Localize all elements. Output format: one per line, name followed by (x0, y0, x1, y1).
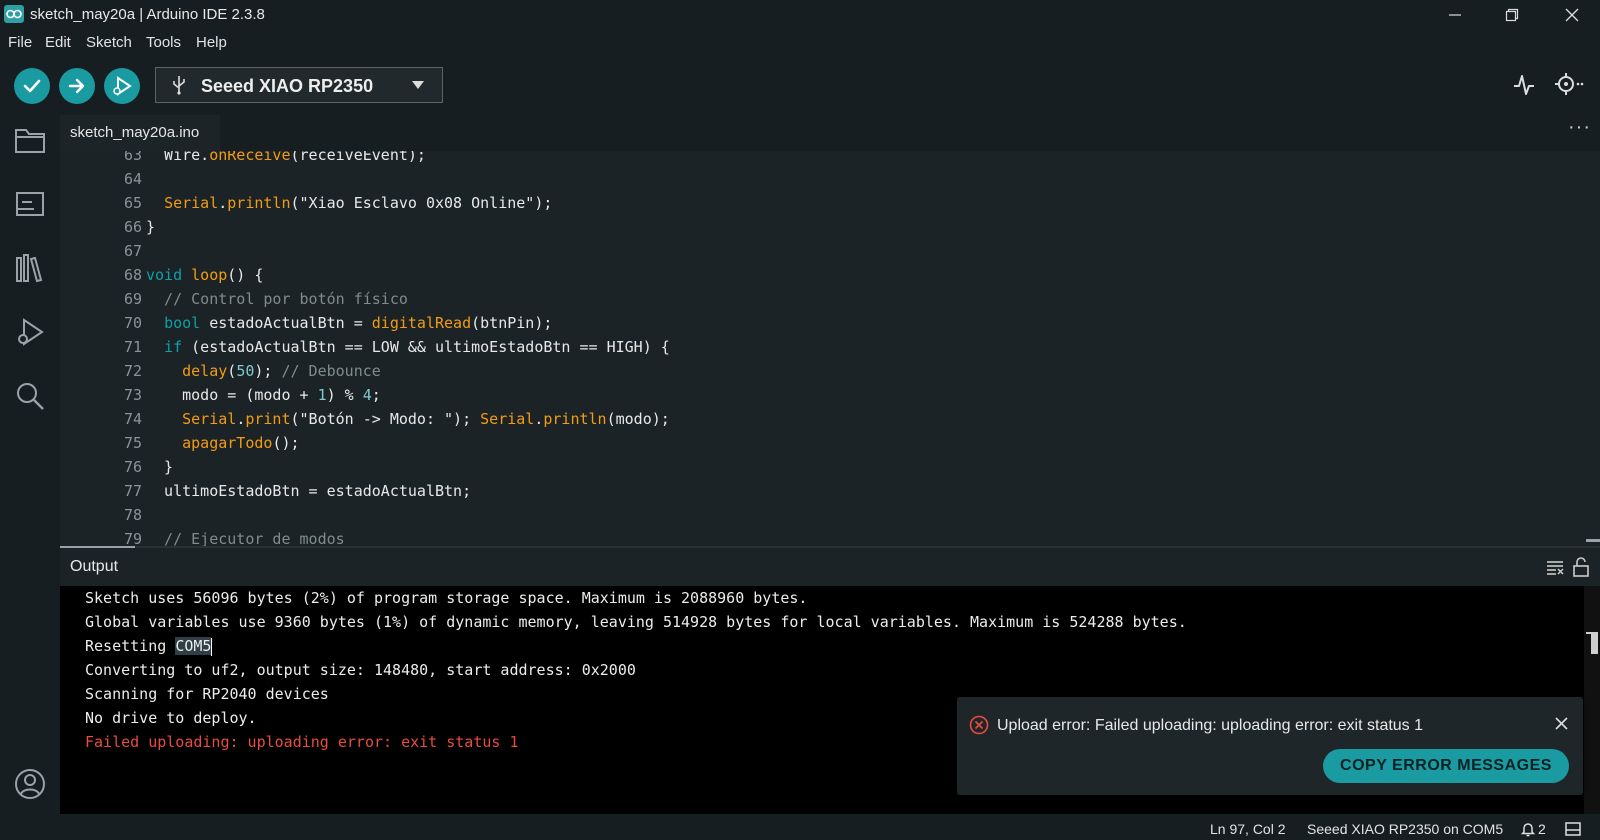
status-bar: Ln 97, Col 2 Seeed XIAO RP2350 on COM5 2 (0, 818, 1600, 840)
close-icon (1565, 8, 1579, 22)
debug-panel-button[interactable] (12, 314, 48, 350)
user-icon (15, 769, 45, 799)
close-window-button[interactable] (1544, 0, 1600, 30)
more-options-icon[interactable]: ··· (1568, 116, 1591, 139)
code-editor[interactable]: 63 Wire.onReceive(receiveEvent); 64 65 S… (60, 151, 1584, 546)
arrow-right-icon (68, 78, 85, 94)
error-icon (969, 715, 989, 735)
profile-button[interactable] (12, 766, 48, 802)
folder-icon (15, 129, 45, 153)
menu-edit[interactable]: Edit (45, 34, 71, 51)
output-line: Sketch uses 56096 bytes (2%) of program … (85, 589, 808, 607)
window-title: sketch_may20a | Arduino IDE 2.3.8 (30, 6, 265, 23)
board-port-status[interactable]: Seeed XIAO RP2350 on COM5 (1307, 821, 1503, 837)
debug-button[interactable] (104, 68, 140, 104)
chevron-down-icon (412, 81, 424, 89)
title-bar: sketch_may20a | Arduino IDE 2.3.8 (0, 0, 1600, 30)
menu-tools[interactable]: Tools (146, 34, 181, 51)
selected-text: COM5 (175, 637, 212, 655)
sketchbook-button[interactable] (12, 122, 48, 158)
arduino-logo-icon (4, 5, 24, 23)
menu-help[interactable]: Help (196, 34, 227, 51)
restore-icon (1505, 8, 1519, 22)
serial-monitor-icon (1555, 73, 1584, 95)
output-header: Output (60, 548, 1600, 586)
output-title: Output (70, 558, 119, 575)
close-icon[interactable] (1555, 717, 1568, 730)
error-notification: Upload error: Failed uploading: uploadin… (957, 697, 1583, 795)
lock-icon[interactable] (1572, 557, 1590, 577)
copy-error-messages-button[interactable]: COPY ERROR MESSAGES (1323, 749, 1569, 783)
clear-output-icon[interactable] (1546, 560, 1564, 576)
minimize-icon (1449, 14, 1461, 16)
output-line: Global variables use 9360 bytes (1%) of … (85, 613, 1187, 631)
output-scrollbar[interactable] (1584, 586, 1600, 814)
notification-message: Upload error: Failed uploading: uploadin… (997, 717, 1424, 734)
output-line: Scanning for RP2040 devices (85, 685, 329, 703)
tab-sketch-file[interactable]: sketch_may20a.ino (60, 115, 220, 151)
boards-manager-button[interactable] (12, 186, 48, 222)
search-icon (17, 383, 44, 410)
toggle-panel-icon[interactable] (1565, 822, 1581, 836)
checkmark-icon (23, 79, 41, 93)
output-line: Resetting COM5 (85, 637, 213, 656)
notification-count[interactable]: 2 (1538, 821, 1546, 837)
debug-play-icon (18, 318, 44, 346)
board-name: Seeed XIAO RP2350 (201, 76, 374, 96)
verify-button[interactable] (14, 68, 50, 104)
output-line: No drive to deploy. (85, 709, 257, 727)
menu-file[interactable]: File (8, 34, 32, 51)
restore-button[interactable] (1484, 0, 1540, 30)
output-error-line: Failed uploading: uploading error: exit … (85, 733, 519, 751)
toolbar: Seeed XIAO RP2350 (0, 62, 1600, 112)
sidebar (0, 112, 60, 818)
usb-icon (173, 76, 185, 95)
upload-button[interactable] (59, 68, 95, 104)
library-manager-button[interactable] (12, 250, 48, 286)
board-icon (16, 192, 44, 216)
library-icon (16, 254, 43, 283)
tab-label: sketch_may20a.ino (70, 124, 200, 141)
plotter-icon (1514, 75, 1534, 95)
menu-sketch[interactable]: Sketch (86, 34, 132, 51)
debug-icon (113, 76, 132, 96)
cursor-position[interactable]: Ln 97, Col 2 (1210, 821, 1286, 837)
board-selector[interactable]: Seeed XIAO RP2350 (155, 67, 443, 103)
serial-monitor-button[interactable] (1552, 71, 1586, 104)
minimize-button[interactable] (1427, 0, 1483, 30)
search-button[interactable] (12, 378, 48, 414)
serial-plotter-button[interactable] (1512, 72, 1536, 103)
editor-scrollbar[interactable] (1584, 151, 1600, 546)
bell-icon[interactable] (1521, 821, 1535, 837)
output-line: Converting to uf2, output size: 148480, … (85, 661, 636, 679)
